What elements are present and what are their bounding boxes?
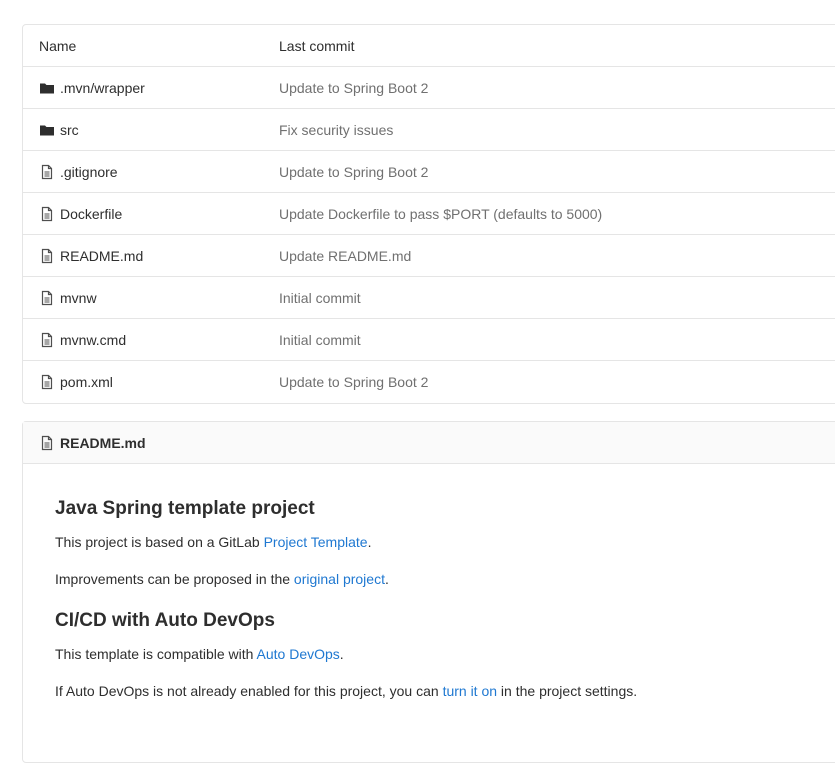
tree-row-commit-cell: Fix security issues — [263, 122, 835, 138]
readme-paragraph-2: Improvements can be proposed in the orig… — [55, 571, 831, 588]
file-icon — [39, 248, 55, 264]
tree-row-name-link[interactable]: .gitignore — [60, 164, 118, 180]
folder-icon — [39, 122, 55, 138]
tree-row[interactable]: mvnw.cmd Initial commit — [23, 319, 835, 361]
tree-row-name-cell: mvnw.cmd — [23, 332, 263, 348]
tree-row-commit-cell: Update to Spring Boot 2 — [263, 374, 835, 390]
tree-row-name-cell: README.md — [23, 248, 263, 264]
readme-paragraph-1: This project is based on a GitLab Projec… — [55, 534, 831, 551]
tree-row-name-cell: .mvn/wrapper — [23, 80, 263, 96]
p3-text: This template is compatible with — [55, 646, 257, 662]
tree-row-name-cell: mvnw — [23, 290, 263, 306]
turn-it-on-link[interactable]: turn it on — [443, 683, 497, 699]
tree-row-commit-link[interactable]: Update to Spring Boot 2 — [279, 80, 428, 96]
file-icon — [39, 374, 55, 390]
file-icon — [39, 332, 55, 348]
readme-header: README.md — [23, 422, 835, 464]
tree-row-name-link[interactable]: .mvn/wrapper — [60, 80, 145, 96]
tree-row-name-link[interactable]: README.md — [60, 248, 143, 264]
readme-heading-2: CI/CD with Auto DevOps — [55, 610, 275, 631]
tree-row[interactable]: .mvn/wrapper Update to Spring Boot 2 — [23, 67, 835, 109]
p2-end: . — [384, 571, 389, 587]
p2-text: Improvements can be proposed in the — [55, 571, 294, 587]
file-tree-table: Name Last commit .mvn/wrapper Update to S… — [22, 24, 835, 404]
tree-row-name-cell: Dockerfile — [23, 206, 263, 222]
readme-content: Java Spring template project This projec… — [23, 464, 835, 744]
p4-end: in the project settings. — [497, 683, 638, 699]
tree-row[interactable]: .gitignore Update to Spring Boot 2 — [23, 151, 835, 193]
readme-title[interactable]: README.md — [60, 435, 146, 451]
header-name: Name — [39, 37, 77, 54]
tree-row-commit-link[interactable]: Initial commit — [279, 332, 361, 348]
auto-devops-link[interactable]: Auto DevOps — [257, 646, 340, 662]
file-icon — [39, 206, 55, 222]
tree-row-commit-link[interactable]: Fix security issues — [279, 122, 393, 138]
file-icon — [39, 164, 55, 180]
tree-row[interactable]: mvnw Initial commit — [23, 277, 835, 319]
file-icon — [39, 290, 55, 306]
readme-paragraph-3: This template is compatible with Auto De… — [55, 646, 831, 663]
p4-text: If Auto DevOps is not already enabled fo… — [55, 683, 443, 699]
tree-row-commit-cell: Update Dockerfile to pass $PORT (default… — [263, 206, 835, 222]
tree-row-name-cell: .gitignore — [23, 164, 263, 180]
tree-row-name-link[interactable]: mvnw — [60, 290, 97, 306]
tree-row-commit-cell: Update to Spring Boot 2 — [263, 80, 835, 96]
p1-end: . — [367, 534, 372, 550]
readme-panel: README.md Java Spring template project T… — [22, 421, 835, 763]
tree-row-commit-cell: Update to Spring Boot 2 — [263, 164, 835, 180]
tree-row-commit-link[interactable]: Initial commit — [279, 290, 361, 306]
tree-row-commit-link[interactable]: Update to Spring Boot 2 — [279, 164, 428, 180]
p3-end: . — [339, 646, 344, 662]
readme-paragraph-4: If Auto DevOps is not already enabled fo… — [55, 683, 831, 700]
tree-row-commit-cell: Update README.md — [263, 248, 835, 264]
tree-row-name-link[interactable]: src — [60, 122, 79, 138]
tree-row[interactable]: pom.xml Update to Spring Boot 2 — [23, 361, 835, 403]
p1-text: This project is based on a GitLab — [55, 534, 264, 550]
tree-row-commit-cell: Initial commit — [263, 290, 835, 306]
tree-row[interactable]: README.md Update README.md — [23, 235, 835, 277]
project-template-link[interactable]: Project Template — [264, 534, 368, 550]
tree-row-name-link[interactable]: Dockerfile — [60, 206, 122, 222]
tree-row-name-cell: pom.xml — [23, 374, 263, 390]
tree-row-commit-link[interactable]: Update to Spring Boot 2 — [279, 374, 428, 390]
tree-header: Name Last commit — [23, 25, 835, 67]
tree-row-commit-link[interactable]: Update README.md — [279, 248, 411, 264]
header-last-commit: Last commit — [279, 37, 355, 54]
tree-row-name-link[interactable]: pom.xml — [60, 374, 113, 390]
tree-row[interactable]: src Fix security issues — [23, 109, 835, 151]
tree-row-name-cell: src — [23, 122, 263, 138]
tree-row-name-link[interactable]: mvnw.cmd — [60, 332, 126, 348]
original-project-link[interactable]: original project — [294, 571, 385, 587]
tree-row[interactable]: Dockerfile Update Dockerfile to pass $POR… — [23, 193, 835, 235]
readme-heading-1: Java Spring template project — [55, 498, 315, 519]
folder-icon — [39, 80, 55, 96]
tree-row-commit-cell: Initial commit — [263, 332, 835, 348]
file-icon — [39, 435, 55, 451]
tree-row-commit-link[interactable]: Update Dockerfile to pass $PORT (default… — [279, 206, 602, 222]
